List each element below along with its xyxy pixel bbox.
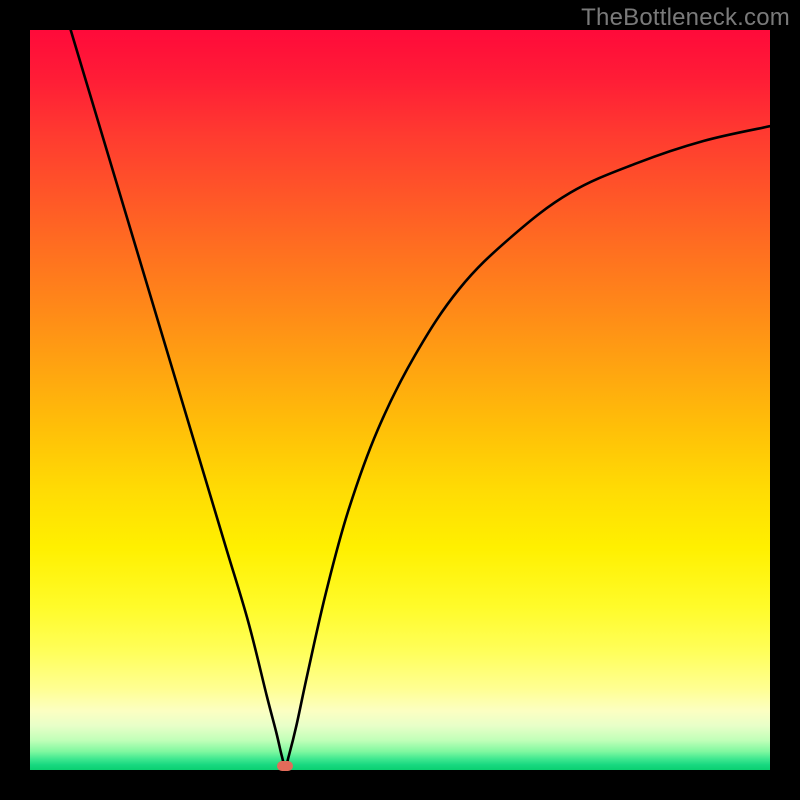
attribution-label: TheBottleneck.com xyxy=(581,4,790,32)
optimal-point-marker xyxy=(277,761,293,771)
plot-area xyxy=(30,30,770,770)
bottleneck-curve xyxy=(30,30,770,770)
chart-frame: TheBottleneck.com xyxy=(0,0,800,800)
